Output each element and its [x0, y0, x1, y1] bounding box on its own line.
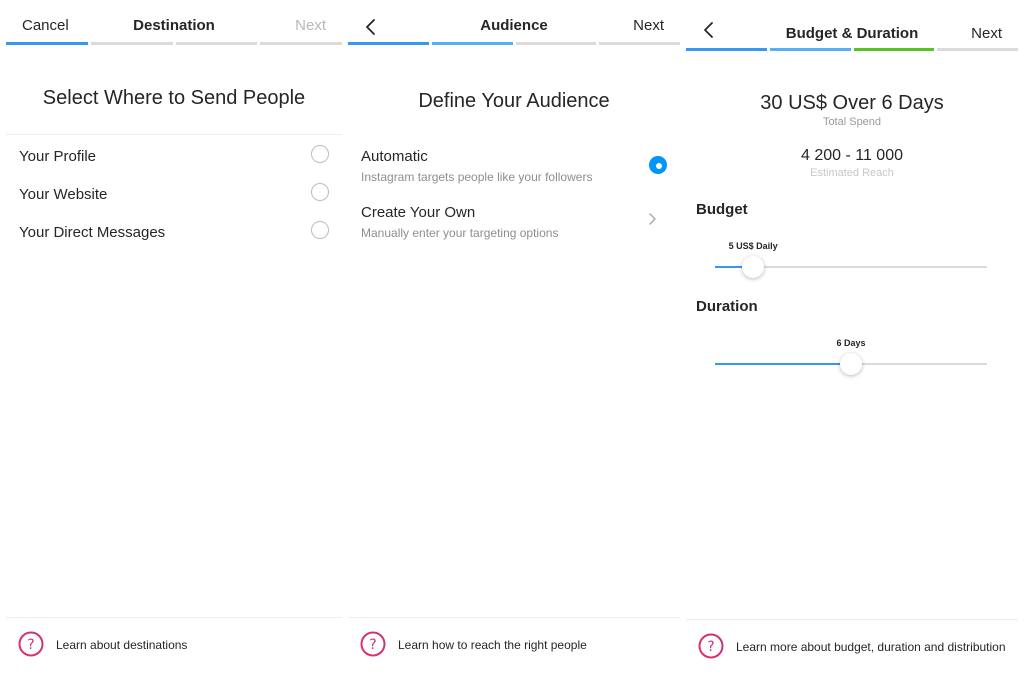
audience-screen: Audience Next Define Your Audience Autom…	[348, 4, 680, 672]
next-button[interactable]: Next	[633, 17, 664, 34]
option-your-website[interactable]: Your Website	[19, 182, 329, 210]
duration-slider-value: 6 Days	[836, 338, 866, 348]
progress-step-1	[6, 42, 88, 45]
progress-step-3	[853, 48, 935, 51]
destination-title: Destination	[133, 17, 215, 34]
radio-button[interactable]	[311, 145, 329, 163]
radio-button[interactable]	[311, 221, 329, 239]
help-question-icon: ?	[360, 631, 386, 657]
option-label: Your Website	[19, 186, 108, 203]
progress-step-4	[599, 42, 680, 45]
help-question-icon: ?	[698, 633, 724, 659]
progress-step-2	[769, 48, 851, 51]
progress-step-3	[175, 42, 258, 45]
next-button-disabled[interactable]: Next	[295, 17, 326, 34]
budget-label: Budget	[696, 201, 748, 218]
duration-slider-fill	[715, 363, 851, 365]
destination-nav-bar: Cancel Destination Next	[6, 4, 342, 42]
svg-text:?: ?	[369, 637, 376, 653]
duration-slider-thumb[interactable]	[840, 353, 862, 375]
budget-slider-value: 5 US$ Daily	[728, 241, 778, 251]
option-automatic[interactable]: Automatic Instagram targets people like …	[361, 148, 667, 192]
option-label: Your Direct Messages	[19, 224, 166, 241]
option-label: Create Your Own	[361, 204, 476, 221]
progress-step-1	[686, 48, 767, 51]
budget-nav-bar: Budget & Duration Next	[686, 4, 1018, 42]
help-footer[interactable]: ? Learn about destinations	[6, 617, 342, 672]
estimated-reach-value: 4 200 - 11 000	[800, 147, 903, 164]
svg-text:?: ?	[707, 639, 714, 655]
progress-step-2	[90, 42, 173, 45]
budget-duration-screen: Budget & Duration Next 30 US$ Over 6 Day…	[686, 4, 1018, 672]
budget-slider-thumb[interactable]	[742, 256, 765, 278]
audience-title: Audience	[480, 17, 548, 34]
budget-title: Budget & Duration	[785, 25, 919, 42]
divider	[6, 134, 342, 135]
svg-text:?: ?	[27, 637, 34, 653]
help-footer[interactable]: ? Learn how to reach the right people	[348, 617, 680, 672]
destination-heading: Select Where to Send People	[42, 87, 306, 109]
option-description: Manually enter your targeting options	[361, 226, 559, 240]
option-label: Automatic	[361, 148, 428, 165]
option-label: Your Profile	[19, 148, 96, 165]
radio-button[interactable]	[311, 183, 329, 201]
learn-budget-link[interactable]: Learn more about budget, duration and di…	[736, 640, 1006, 654]
audience-heading: Define Your Audience	[418, 90, 610, 112]
duration-label: Duration	[696, 298, 758, 315]
learn-reach-link[interactable]: Learn how to reach the right people	[398, 638, 587, 652]
progress-step-4	[260, 42, 342, 45]
help-footer[interactable]: ? Learn more about budget, duration and …	[686, 619, 1018, 672]
total-spend-label: Total Spend	[822, 116, 882, 128]
option-your-profile[interactable]: Your Profile	[19, 144, 329, 172]
chevron-right-icon	[649, 213, 656, 225]
estimated-reach-label: Estimated Reach	[810, 167, 894, 179]
progress-step-4	[937, 48, 1018, 51]
progress-step-1	[348, 42, 429, 45]
step-progress-bar	[348, 42, 680, 45]
option-your-direct-messages[interactable]: Your Direct Messages	[19, 220, 329, 248]
step-progress-bar	[6, 42, 342, 45]
step-progress-bar	[686, 48, 1018, 51]
radio-button-selected[interactable]	[649, 156, 667, 174]
next-button[interactable]: Next	[971, 25, 1002, 42]
learn-about-destinations-link[interactable]: Learn about destinations	[56, 638, 187, 652]
option-description: Instagram targets people like your follo…	[361, 170, 593, 184]
audience-nav-bar: Audience Next	[348, 4, 680, 42]
progress-step-3	[515, 42, 597, 45]
progress-step-2	[431, 42, 513, 45]
option-create-your-own[interactable]: Create Your Own Manually enter your targ…	[361, 204, 667, 248]
help-question-icon: ?	[18, 631, 44, 657]
total-spend-value: 30 US$ Over 6 Days	[760, 92, 944, 114]
destination-screen: Cancel Destination Next Select Where to …	[6, 4, 342, 672]
